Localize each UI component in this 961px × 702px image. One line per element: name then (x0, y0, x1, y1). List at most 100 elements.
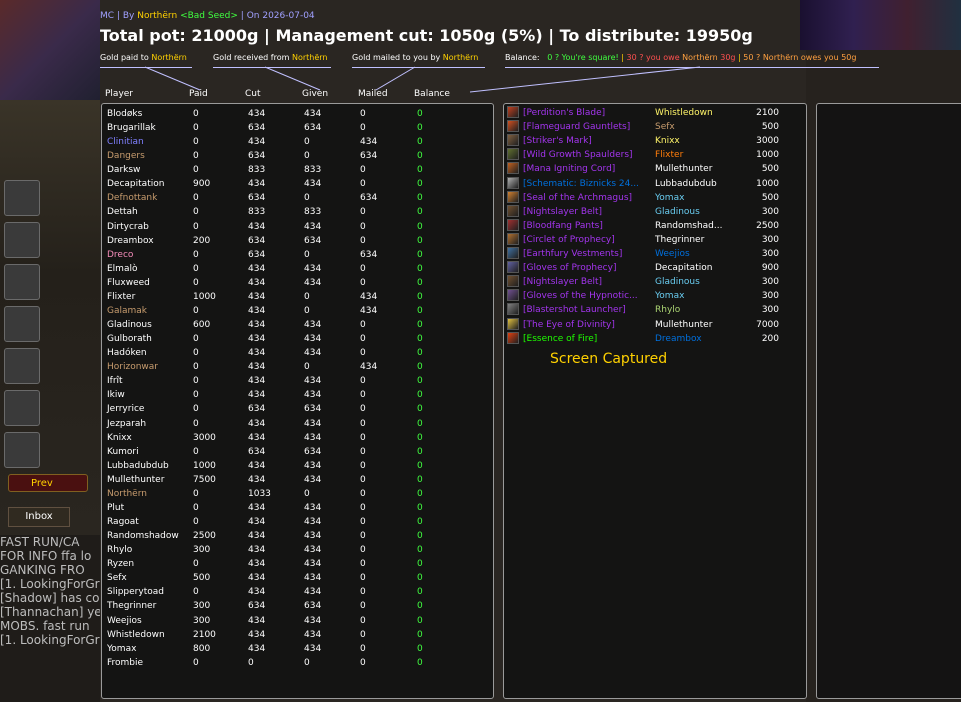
player-row[interactable]: Brugarillak 0 634 634 0 0 (0, 121, 490, 135)
by-label: By (122, 11, 135, 21)
loot-row[interactable]: [Earthfury Vestments] Weejios 300 (505, 247, 803, 261)
player-row[interactable]: Decapitation 900 434 434 0 0 (0, 177, 490, 191)
player-paid-cell: 0 (193, 559, 199, 569)
player-row[interactable]: Galamak 0 434 0 434 0 (0, 304, 490, 318)
player-given-cell: 434 (304, 461, 322, 471)
player-row[interactable]: Dettah 0 833 833 0 0 (0, 205, 490, 219)
item-link[interactable]: [Essence of Fire] (523, 332, 597, 346)
player-given-cell: 434 (304, 264, 322, 274)
player-name-cell: Weejios (107, 616, 142, 626)
player-row[interactable]: Slipperytoad 0 434 434 0 0 (0, 585, 490, 599)
item-link[interactable]: [Gloves of the Hypnotic... (523, 289, 638, 303)
player-cut-cell: 434 (248, 292, 266, 302)
player-given-cell: 434 (304, 545, 322, 555)
player-row[interactable]: Elmalò 0 434 434 0 0 (0, 262, 490, 276)
player-mailed-cell: 0 (360, 475, 366, 485)
player-row[interactable]: Dirtycrab 0 434 434 0 0 (0, 220, 490, 234)
player-given-cell: 434 (304, 644, 322, 654)
player-row[interactable]: Kumori 0 634 634 0 0 (0, 445, 490, 459)
player-row[interactable]: Knixx 3000 434 434 0 0 (0, 431, 490, 445)
player-cut-cell: 1033 (248, 489, 271, 499)
player-row[interactable]: Jerryrice 0 634 634 0 0 (0, 402, 490, 416)
player-row[interactable]: Whistledown 2100 434 434 0 0 (0, 628, 490, 642)
loot-row[interactable]: [Striker's Mark] Knixx 3000 (505, 134, 803, 148)
player-name-cell: Brugarillak (107, 123, 156, 133)
player-row[interactable]: Defnottank 0 634 0 634 0 (0, 191, 490, 205)
player-row[interactable]: Frombie 0 0 0 0 0 (0, 656, 490, 670)
player-row[interactable]: Ryzen 0 434 434 0 0 (0, 557, 490, 571)
player-name-cell: Clinitian (107, 137, 144, 147)
player-row[interactable]: Clinitian 0 434 0 434 0 (0, 135, 490, 149)
player-mailed-cell: 434 (360, 137, 378, 147)
item-link[interactable]: [Striker's Mark] (523, 134, 592, 148)
loot-row[interactable]: [Gloves of Prophecy] Decapitation 900 (505, 261, 803, 275)
item-link[interactable]: [Nightslayer Belt] (523, 275, 602, 289)
loot-row[interactable]: [Perdition's Blade] Whistledown 2100 (505, 106, 803, 120)
item-link[interactable]: [Blastershot Launcher] (523, 303, 626, 317)
loot-row[interactable]: [Mana Igniting Cord] Mullethunter 500 (505, 162, 803, 176)
loot-row[interactable]: [Nightslayer Belt] Gladinous 300 (505, 205, 803, 219)
player-row[interactable]: Hadóken 0 434 434 0 0 (0, 346, 490, 360)
player-row[interactable]: Weejios 300 434 434 0 0 (0, 614, 490, 628)
player-row[interactable]: Ifrît 0 434 434 0 0 (0, 374, 490, 388)
player-row[interactable]: Yomax 800 434 434 0 0 (0, 642, 490, 656)
player-cut-cell: 434 (248, 334, 266, 344)
player-given-cell: 0 (304, 489, 310, 499)
loot-row[interactable]: [Bloodfang Pants] Randomshad... 2500 (505, 219, 803, 233)
player-name-cell: Hadóken (107, 348, 147, 358)
player-row[interactable]: Randomshadow 2500 434 434 0 0 (0, 529, 490, 543)
legend-paid-label: Gold paid to (100, 53, 149, 62)
player-paid-cell: 0 (193, 503, 199, 513)
player-row[interactable]: Jezparah 0 434 434 0 0 (0, 417, 490, 431)
winner-name: Yomax (655, 291, 685, 301)
player-row[interactable]: Ikiw 0 434 434 0 0 (0, 388, 490, 402)
column-header-player: Player (105, 89, 134, 99)
player-balance-cell: 0 (417, 475, 423, 485)
player-row[interactable]: Fluxweed 0 434 434 0 0 (0, 276, 490, 290)
loot-row[interactable]: [Seal of the Archmagus] Yomax 500 (505, 191, 803, 205)
player-row[interactable]: Flixter 1000 434 0 434 0 (0, 290, 490, 304)
player-row[interactable]: Lubbadubdub 1000 434 434 0 0 (0, 459, 490, 473)
item-link[interactable]: [Mana Igniting Cord] (523, 162, 615, 176)
player-row[interactable]: Horizonwar 0 434 0 434 0 (0, 360, 490, 374)
player-row[interactable]: Northërn 0 1033 0 0 0 (0, 487, 490, 501)
player-row[interactable]: Sefx 500 434 434 0 0 (0, 571, 490, 585)
player-row[interactable]: Dreambox 200 634 634 0 0 (0, 234, 490, 248)
player-mailed-cell: 0 (360, 658, 366, 668)
player-row[interactable]: Darksw 0 833 833 0 0 (0, 163, 490, 177)
player-row[interactable]: Dangers 0 634 0 634 0 (0, 149, 490, 163)
player-row[interactable]: Rhylo 300 434 434 0 0 (0, 543, 490, 557)
player-row[interactable]: Plut 0 434 434 0 0 (0, 501, 490, 515)
player-name-cell: Rhylo (107, 545, 133, 555)
player-row[interactable]: Gulborath 0 434 434 0 0 (0, 332, 490, 346)
loot-row[interactable]: [Essence of Fire] Dreambox 200 (505, 332, 803, 346)
loot-row[interactable]: [Schematic: Biznicks 24... Lubbadubdub 100… (505, 177, 803, 191)
loot-row[interactable]: [Flameguard Gauntlets] Sefx 500 (505, 120, 803, 134)
item-link[interactable]: [Circlet of Prophecy] (523, 233, 615, 247)
loot-row[interactable]: [Nightslayer Belt] Gladinous 300 (505, 275, 803, 289)
player-row[interactable]: Ragoat 0 434 434 0 0 (0, 515, 490, 529)
player-row[interactable]: Thegrinner 300 634 634 0 0 (0, 599, 490, 613)
loot-row[interactable]: [Blastershot Launcher] Rhylo 300 (505, 303, 803, 317)
player-row[interactable]: Dreco 0 634 0 634 0 (0, 248, 490, 262)
player-row[interactable]: Gladinous 600 434 434 0 0 (0, 318, 490, 332)
player-balance-cell: 0 (417, 320, 423, 330)
player-name-cell: Frombie (107, 658, 144, 668)
item-link[interactable]: [Wild Growth Spaulders] (523, 148, 633, 162)
item-link[interactable]: [Gloves of Prophecy] (523, 261, 616, 275)
item-link[interactable]: [The Eye of Divinity] (523, 318, 615, 332)
item-link[interactable]: [Schematic: Biznicks 24... (523, 177, 639, 191)
item-link[interactable]: [Perdition's Blade] (523, 106, 605, 120)
item-link[interactable]: [Earthfury Vestments] (523, 247, 622, 261)
item-link[interactable]: [Bloodfang Pants] (523, 219, 603, 233)
screen-captured-notice: Screen Captured (550, 351, 668, 367)
item-link[interactable]: [Flameguard Gauntlets] (523, 120, 630, 134)
loot-row[interactable]: [The Eye of Divinity] Mullethunter 7000 (505, 318, 803, 332)
item-link[interactable]: [Seal of the Archmagus] (523, 191, 632, 205)
player-row[interactable]: Blodøks 0 434 434 0 0 (0, 107, 490, 121)
item-link[interactable]: [Nightslayer Belt] (523, 205, 602, 219)
player-row[interactable]: Mullethunter 7500 434 434 0 0 (0, 473, 490, 487)
loot-row[interactable]: [Gloves of the Hypnotic... Yomax 300 (505, 289, 803, 303)
loot-row[interactable]: [Wild Growth Spaulders] Flixter 1000 (505, 148, 803, 162)
loot-row[interactable]: [Circlet of Prophecy] Thegrinner 300 (505, 233, 803, 247)
